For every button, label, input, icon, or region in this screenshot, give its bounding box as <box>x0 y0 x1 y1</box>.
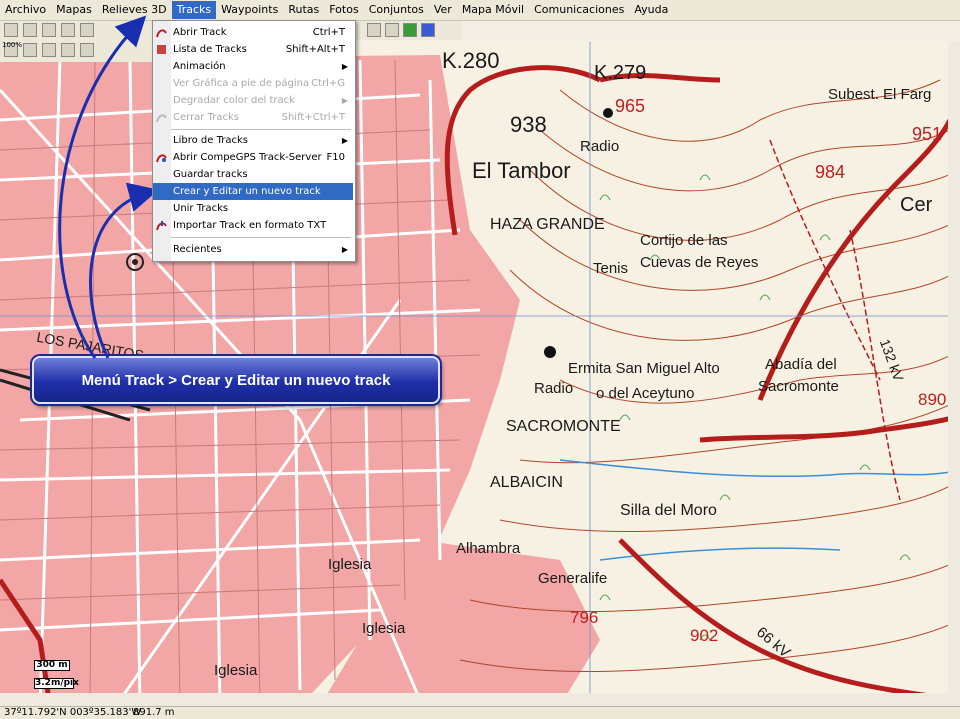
menu-comunicaciones[interactable]: Comunicaciones <box>529 1 629 19</box>
menu-item-animacion[interactable]: Animación ▶ <box>153 58 353 75</box>
submenu-arrow-icon: ▶ <box>341 62 348 71</box>
map-label-silla-del-moro: Silla del Moro <box>620 502 717 519</box>
menu-ayuda[interactable]: Ayuda <box>629 1 673 19</box>
import-icon <box>156 221 167 231</box>
save-icon[interactable] <box>42 23 56 37</box>
rotate-icon[interactable] <box>80 43 94 57</box>
vertical-scrollbar[interactable] <box>948 42 960 706</box>
map-label-sacromonte: Sacromonte <box>758 378 839 395</box>
toolbar-right <box>355 20 462 40</box>
menu-mapas[interactable]: Mapas <box>51 1 97 19</box>
menu-fotos[interactable]: Fotos <box>324 1 363 19</box>
menu-item-crear-editar-track[interactable]: Crear y Editar un nuevo track <box>153 183 353 200</box>
zoom-level: 100% <box>2 41 23 49</box>
menu-item-libro-de-tracks[interactable]: Libro de Tracks ▶ <box>153 132 353 149</box>
map-label-subestacion: Subest. El Farg <box>828 86 932 103</box>
map-label-elevation: 951 <box>912 124 943 144</box>
map-label-radio: Radio <box>534 380 574 397</box>
menu-bar: Archivo Mapas Relieves 3D Tracks Waypoin… <box>0 0 960 21</box>
menu-item-recientes[interactable]: Recientes ▶ <box>153 241 353 258</box>
menu-conjuntos[interactable]: Conjuntos <box>364 1 429 19</box>
tracks-menu: Abrir Track Ctrl+T Lista de Tracks Shift… <box>152 20 356 262</box>
scale-resolution: 3.2m/pix <box>34 678 79 689</box>
menu-relieves-3d[interactable]: Relieves 3D <box>97 1 172 19</box>
map-label-elevation: 984 <box>815 162 846 182</box>
annotation-callout: Menú Track > Crear y Editar un nuevo tra… <box>32 356 440 404</box>
map-label-ermita: Ermita San Miguel Alto <box>568 360 720 377</box>
menu-item-lista-de-tracks[interactable]: Lista de Tracks Shift+Alt+T <box>153 41 353 58</box>
map-label-radio: Radio <box>580 138 620 155</box>
excel-icon[interactable] <box>403 23 417 37</box>
menu-item-unir-tracks[interactable]: Unir Tracks <box>153 200 353 217</box>
zoom-out-icon[interactable] <box>61 43 75 57</box>
map-label-elevation: 902 <box>690 626 719 645</box>
track-icon <box>156 29 167 38</box>
menu-item-degradar-color: Degradar color del track ▶ <box>153 92 353 109</box>
menu-mapa-movil[interactable]: Mapa Móvil <box>457 1 529 19</box>
horizontal-scrollbar[interactable] <box>0 693 948 706</box>
menu-item-abrir-track[interactable]: Abrir Track Ctrl+T <box>153 24 353 41</box>
map-label-cortijo: Cortijo de las <box>640 232 728 249</box>
new-icon[interactable] <box>4 23 18 37</box>
map-label-elevation: 965 <box>615 96 646 116</box>
status-altitude: 891.7 m <box>133 707 175 718</box>
menu-item-importar-txt[interactable]: Importar Track en formato TXT <box>153 217 353 234</box>
map-label-haza-grande: HAZA GRANDE <box>490 216 605 233</box>
submenu-arrow-icon: ▶ <box>341 96 348 105</box>
map-label-k280: K.280 <box>442 48 500 73</box>
map-label-aceytuno: o del Aceytuno <box>596 385 695 402</box>
print-icon[interactable] <box>61 23 75 37</box>
map-label-cuevas: Cuevas de Reyes <box>640 254 759 271</box>
map-label-alhambra: Alhambra <box>456 540 521 557</box>
submenu-arrow-icon: ▶ <box>341 245 348 254</box>
map-label-elevation: 890 <box>918 390 947 409</box>
menu-item-ver-grafica: Ver Gráfica a pie de página Ctrl+G <box>173 78 345 89</box>
pointer-icon[interactable] <box>23 43 37 57</box>
submenu-arrow-icon: ▶ <box>341 136 348 145</box>
map-label-iglesia: Iglesia <box>362 620 406 637</box>
map-label-elevation: 938 <box>510 112 547 137</box>
status-coordinates: 37º11.792'N 003º35.183'W <box>4 707 142 718</box>
zoom-in-icon[interactable] <box>42 43 56 57</box>
track-server-icon <box>156 154 167 163</box>
map-label-k279: K.279 <box>594 62 647 84</box>
map-label-cerro: Cer <box>900 194 933 216</box>
menu-separator <box>171 129 351 130</box>
map-label-elevation: 796 <box>570 608 599 627</box>
folder-icon[interactable] <box>80 23 94 37</box>
menu-archivo[interactable]: Archivo <box>0 1 51 19</box>
menu-tracks[interactable]: Tracks <box>171 1 217 19</box>
open-icon[interactable] <box>23 23 37 37</box>
map-label-albaicin: ALBAICIN <box>490 474 563 491</box>
toolbar-left <box>0 20 160 62</box>
map-label-tenis: Tenis <box>593 260 629 277</box>
menu-item-track-server[interactable]: Abrir CompeGPS Track-Server F10 <box>153 149 353 166</box>
menu-separator <box>171 237 351 238</box>
map-label-iglesia: Iglesia <box>214 662 258 679</box>
close-track-icon <box>156 114 167 123</box>
menu-item-cerrar-tracks: Cerrar Tracks Shift+Ctrl+T <box>153 109 353 126</box>
menu-ver[interactable]: Ver <box>429 1 457 19</box>
map-label-abadia: Abadía del <box>765 356 837 373</box>
menu-rutas[interactable]: Rutas <box>283 1 324 19</box>
menu-waypoints[interactable]: Waypoints <box>216 1 283 19</box>
scale-distance: 300 m <box>34 660 70 671</box>
grid-icon[interactable] <box>385 23 399 37</box>
list-icon <box>157 45 166 54</box>
map-label-generalife: Generalife <box>538 570 608 587</box>
map-label-el-tambor: El Tambor <box>472 158 571 183</box>
layers-icon[interactable] <box>367 23 381 37</box>
status-bar: 37º11.792'N 003º35.183'W 891.7 m <box>0 706 960 719</box>
map-label-iglesia: Iglesia <box>328 556 372 573</box>
menu-item-guardar-tracks[interactable]: Guardar tracks <box>153 166 353 183</box>
cart-icon[interactable] <box>421 23 435 37</box>
map-label-sacromonte-district: SACROMONTE <box>506 418 621 435</box>
